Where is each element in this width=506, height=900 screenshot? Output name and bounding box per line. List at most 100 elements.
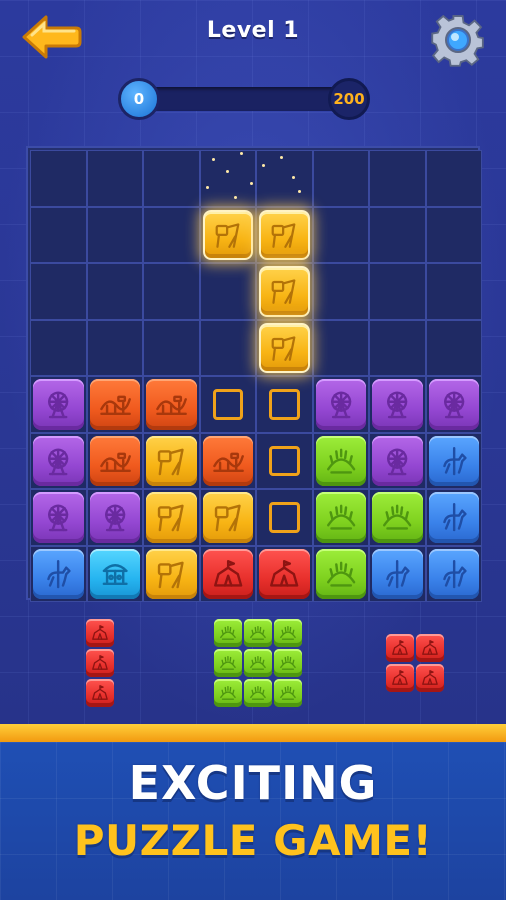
board-cell[interactable] <box>143 150 200 207</box>
game-board[interactable] <box>26 146 482 602</box>
block-cyan <box>89 548 140 599</box>
block-orange <box>202 435 253 486</box>
block-orange <box>146 379 197 430</box>
board-cell[interactable] <box>86 150 143 207</box>
dragged-piece-block[interactable] <box>202 209 253 260</box>
tray-block-red <box>416 664 444 692</box>
ferris-wheel-icon <box>90 492 141 543</box>
ferris-wheel-icon <box>316 379 367 430</box>
board-cell[interactable] <box>199 150 256 207</box>
sparkle <box>240 152 243 155</box>
circus-tent-icon <box>203 549 254 600</box>
sparkle <box>212 158 215 161</box>
sparkle <box>262 164 265 167</box>
banner-headline: EXCITING <box>128 756 378 810</box>
roller-coaster-icon <box>90 379 141 430</box>
sparkle <box>250 182 253 185</box>
settings-button[interactable] <box>430 12 486 68</box>
board-cell[interactable] <box>369 263 426 320</box>
tray-block-red <box>416 634 444 662</box>
board-cell[interactable] <box>86 319 143 376</box>
circus-tent-icon <box>86 619 114 647</box>
carousel-horse-icon <box>372 549 423 600</box>
progress-track <box>140 87 350 111</box>
block-purple <box>372 435 423 486</box>
board-cell[interactable] <box>199 263 256 320</box>
bumper-ride-icon <box>372 492 423 543</box>
board-cell[interactable] <box>30 150 87 207</box>
board-cell[interactable] <box>312 263 369 320</box>
circus-tent-icon <box>416 634 444 662</box>
swing-ride-icon <box>261 268 308 315</box>
circus-tent-icon <box>416 664 444 692</box>
dragged-piece-block[interactable] <box>259 209 310 260</box>
board-cell[interactable] <box>86 206 143 263</box>
block-yellow <box>202 492 254 543</box>
tray-block-red <box>86 649 114 677</box>
ferris-wheel-icon <box>33 436 84 487</box>
roller-coaster-icon <box>146 379 197 430</box>
board-cell[interactable] <box>143 206 200 263</box>
drop-target-outline <box>269 389 300 420</box>
block-orange <box>89 435 141 487</box>
board-cell[interactable] <box>143 263 200 320</box>
board-cell[interactable] <box>369 150 426 207</box>
board-cell[interactable] <box>425 206 482 263</box>
board-cell[interactable] <box>312 150 369 207</box>
tray-piece-3[interactable] <box>385 633 445 693</box>
swing-ride-icon <box>146 492 197 543</box>
carousel-horse-icon <box>33 549 84 600</box>
block-purple <box>372 379 423 430</box>
roller-coaster-icon <box>90 436 141 487</box>
board-cell[interactable] <box>312 319 369 376</box>
bumper-ride-icon <box>244 679 272 707</box>
board-cell[interactable] <box>369 206 426 263</box>
sparkle <box>280 156 283 159</box>
carousel-horse-icon <box>429 436 480 487</box>
dragged-piece-block[interactable] <box>259 322 310 373</box>
progress-current: 0 <box>118 78 160 120</box>
block-red <box>259 548 310 599</box>
board-cell[interactable] <box>143 319 200 376</box>
swing-ride-icon <box>146 436 197 487</box>
circus-tent-icon <box>86 649 114 677</box>
bumper-ride-icon <box>274 649 302 677</box>
board-cell[interactable] <box>256 150 313 207</box>
tray-piece-1[interactable] <box>85 618 115 708</box>
board-cell[interactable] <box>369 319 426 376</box>
drop-target-outline <box>212 389 243 420</box>
board-cell[interactable] <box>86 263 143 320</box>
swing-ride-icon <box>146 549 197 600</box>
tray-block-green <box>274 649 302 677</box>
bumper-ride-icon <box>316 492 367 543</box>
board-cell[interactable] <box>425 263 482 320</box>
tray-block-green <box>274 679 302 707</box>
tray-block-green <box>214 679 242 707</box>
score-progress: 0 200 <box>118 78 370 122</box>
drop-target-outline <box>269 445 300 476</box>
block-purple <box>428 379 479 430</box>
board-cell[interactable] <box>30 206 87 263</box>
swing-ride-icon <box>203 492 254 543</box>
dragged-piece-block[interactable] <box>259 266 310 317</box>
board-cell[interactable] <box>425 319 482 376</box>
board-cell[interactable] <box>312 206 369 263</box>
sparkle <box>298 190 301 193</box>
bumper-ride-icon <box>214 679 242 707</box>
bumper-ride-icon <box>244 619 272 647</box>
block-green <box>372 492 423 543</box>
block-green <box>315 435 366 486</box>
block-purple <box>315 379 367 430</box>
block-green <box>315 548 367 600</box>
board-cell[interactable] <box>30 263 87 320</box>
circus-tent-icon <box>86 679 114 707</box>
board-cell[interactable] <box>199 319 256 376</box>
ferris-wheel-icon <box>33 379 84 430</box>
tray-piece-2[interactable] <box>213 618 303 708</box>
board-cell[interactable] <box>425 150 482 207</box>
board-cell[interactable] <box>30 319 87 376</box>
circus-tent-icon <box>386 664 414 692</box>
swing-ride-icon <box>261 212 308 259</box>
bumper-ride-icon <box>316 549 367 600</box>
block-blue <box>33 548 84 600</box>
